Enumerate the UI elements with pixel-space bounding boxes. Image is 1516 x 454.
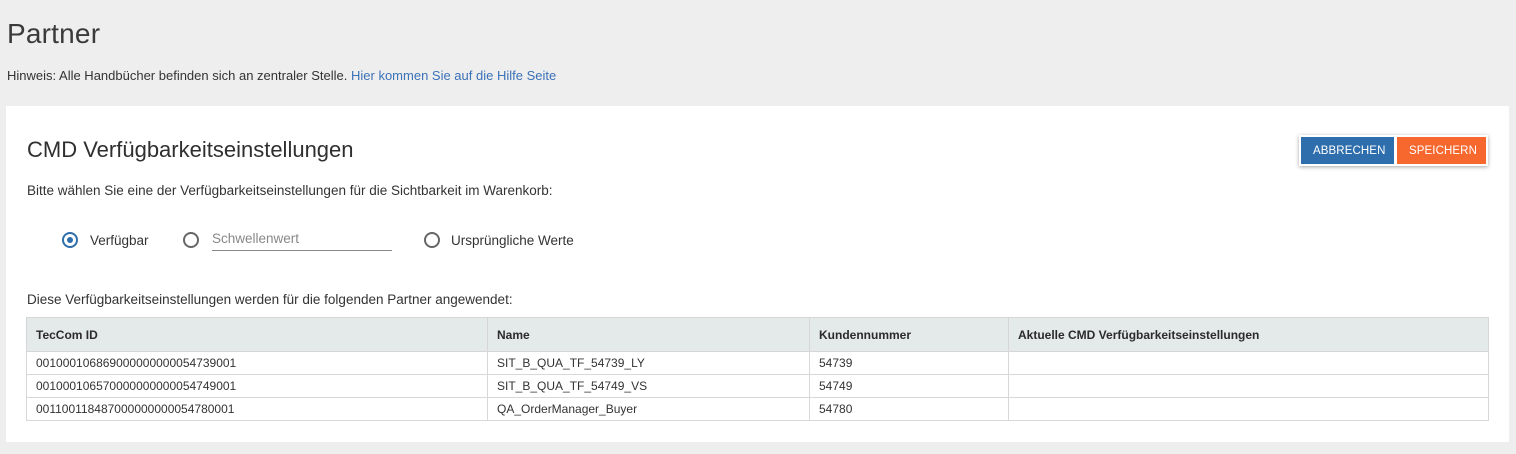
- cell-teccom-id: 001000106570000000000054749001: [26, 374, 488, 398]
- applies-text: Diese Verfügbarkeitseinstellungen werden…: [27, 292, 513, 307]
- radio-original-values[interactable]: [424, 232, 440, 248]
- cell-customer-number: 54749: [809, 374, 1009, 398]
- threshold-input[interactable]: [212, 226, 392, 251]
- table-row[interactable]: 001000106570000000000054749001 SIT_B_QUA…: [26, 374, 1489, 398]
- column-header-current-settings[interactable]: Aktuelle CMD Verfügbarkeitseinstellungen: [1008, 317, 1489, 352]
- availability-settings-card: CMD Verfügbarkeitseinstellungen ABBRECHE…: [6, 106, 1509, 442]
- cell-current-settings: [1008, 397, 1489, 421]
- column-header-name[interactable]: Name: [487, 317, 810, 352]
- cell-name: SIT_B_QUA_TF_54739_LY: [487, 351, 810, 375]
- cell-name: QA_OrderManager_Buyer: [487, 397, 810, 421]
- hint: Hinweis: Alle Handbücher befinden sich a…: [7, 68, 556, 83]
- table-row[interactable]: 001000106869000000000054739001 SIT_B_QUA…: [26, 351, 1489, 375]
- radio-available-label: Verfügbar: [90, 233, 149, 248]
- action-buttons: ABBRECHEN SPEICHERN: [1299, 135, 1488, 166]
- save-button[interactable]: SPEICHERN: [1397, 137, 1486, 164]
- partner-table: TecCom ID Name Kundennummer Aktuelle CMD…: [26, 317, 1489, 421]
- radio-available[interactable]: [62, 232, 78, 248]
- cell-customer-number: 54739: [809, 351, 1009, 375]
- cell-teccom-id: 001000106869000000000054739001: [26, 351, 488, 375]
- instruction-text: Bitte wählen Sie eine der Verfügbarkeits…: [27, 183, 553, 198]
- cell-name: SIT_B_QUA_TF_54749_VS: [487, 374, 810, 398]
- table-row[interactable]: 001100118487000000000054780001 QA_OrderM…: [26, 397, 1489, 421]
- cancel-button[interactable]: ABBRECHEN: [1301, 137, 1394, 164]
- cell-teccom-id: 001100118487000000000054780001: [26, 397, 488, 421]
- cell-customer-number: 54780: [809, 397, 1009, 421]
- hint-text: Hinweis: Alle Handbücher befinden sich a…: [7, 68, 348, 83]
- help-page-link[interactable]: Hier kommen Sie auf die Hilfe Seite: [351, 68, 556, 83]
- radio-original-values-label: Ursprüngliche Werte: [451, 233, 574, 248]
- availability-options: Verfügbar Ursprüngliche Werte: [62, 226, 762, 254]
- card-title: CMD Verfügbarkeitseinstellungen: [27, 137, 354, 162]
- cell-current-settings: [1008, 374, 1489, 398]
- column-header-teccom-id[interactable]: TecCom ID: [26, 317, 488, 352]
- page-title: Partner: [7, 18, 101, 49]
- radio-threshold[interactable]: [183, 232, 199, 248]
- table-header-row: TecCom ID Name Kundennummer Aktuelle CMD…: [26, 317, 1489, 352]
- cell-current-settings: [1008, 351, 1489, 375]
- column-header-customer-number[interactable]: Kundennummer: [809, 317, 1009, 352]
